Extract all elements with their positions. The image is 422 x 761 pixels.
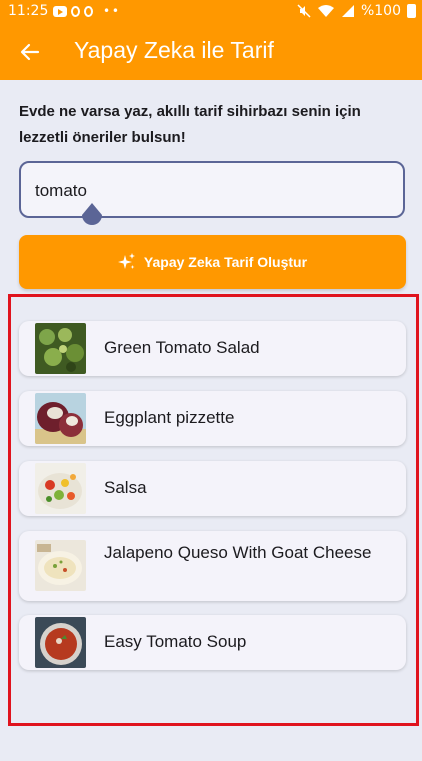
youtube-icon	[53, 5, 67, 17]
recipe-name: Green Tomato Salad	[104, 338, 260, 357]
signal-icon	[341, 5, 354, 17]
recipe-card-green-tomato-salad[interactable]: Green Tomato Salad	[19, 321, 406, 376]
text-cursor-handle-icon[interactable]	[81, 203, 103, 229]
recipe-card-eggplant-pizzette[interactable]: Eggplant pizzette	[19, 391, 406, 446]
page-title: Yapay Zeka ile Tarif	[74, 37, 274, 63]
recipe-thumbnail	[35, 463, 86, 514]
app-bar: Yapay Zeka ile Tarif	[0, 24, 422, 80]
ingredient-field[interactable]	[19, 161, 405, 218]
notification-icons: • •	[53, 4, 119, 18]
recipe-card-easy-tomato-soup[interactable]: Easy Tomato Soup	[19, 615, 406, 670]
mute-icon	[297, 4, 311, 18]
recipe-card-salsa[interactable]: Salsa	[19, 461, 406, 516]
battery-icon	[407, 4, 416, 18]
recipe-name: Eggplant pizzette	[104, 408, 235, 427]
wifi-icon	[317, 5, 334, 17]
sparkles-icon	[117, 253, 135, 269]
recipe-thumbnail	[35, 393, 86, 444]
more-dots-icon: • •	[103, 4, 119, 18]
recipe-name: Jalapeno Queso With Goat Cheese	[104, 543, 372, 562]
bottom-inset	[0, 740, 422, 761]
ingredient-input[interactable]	[33, 177, 377, 205]
arrow-left-icon	[20, 43, 40, 61]
notification-icon	[84, 5, 93, 17]
battery-text: %100	[360, 3, 401, 19]
notification-icon	[71, 5, 80, 17]
recipe-name: Salsa	[104, 478, 147, 497]
status-time: 11:25	[8, 3, 49, 19]
recipe-thumbnail	[35, 540, 86, 591]
recipe-thumbnail	[35, 617, 86, 668]
back-button[interactable]	[16, 38, 44, 66]
recipe-thumbnail	[35, 323, 86, 374]
generate-recipe-button[interactable]: Yapay Zeka Tarif Oluştur	[19, 235, 406, 289]
generate-recipe-label: Yapay Zeka Tarif Oluştur	[143, 254, 308, 270]
recipe-card-jalapeno-queso[interactable]: Jalapeno Queso With Goat Cheese	[19, 531, 406, 601]
recipe-name: Easy Tomato Soup	[104, 632, 247, 651]
intro-text: Evde ne varsa yaz, akıllı tarif sihirbaz…	[19, 103, 361, 146]
status-bar: 11:25 • • %100	[0, 0, 422, 24]
system-icons: %100	[297, 3, 416, 19]
